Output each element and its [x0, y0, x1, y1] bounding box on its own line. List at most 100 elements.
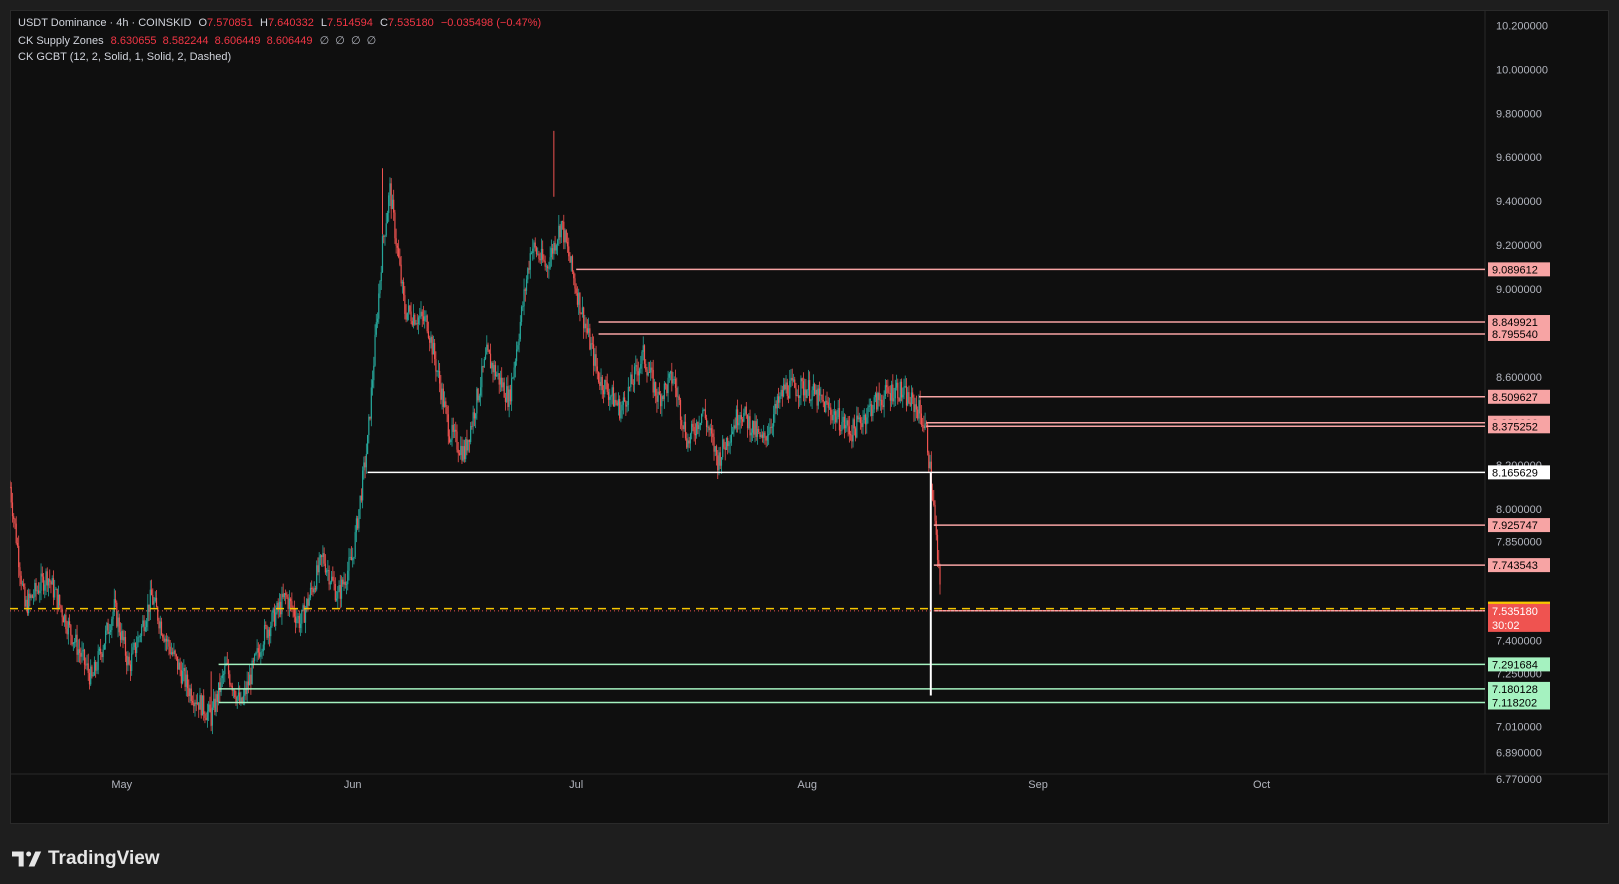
- candle-body: [71, 635, 73, 645]
- candle-body: [421, 311, 423, 317]
- candle-body: [491, 362, 493, 369]
- candle-body: [626, 404, 628, 407]
- candle-body: [80, 652, 82, 657]
- candle-body: [371, 380, 374, 388]
- candle-body: [450, 439, 452, 443]
- candle-body: [900, 381, 903, 398]
- candle-body: [237, 692, 240, 697]
- candle-body: [90, 666, 92, 685]
- candle-body: [697, 422, 699, 430]
- candle-body: [565, 230, 567, 242]
- candle-body: [363, 462, 365, 471]
- candle-body: [55, 588, 57, 590]
- candle-body: [381, 236, 384, 273]
- candle-body: [815, 389, 817, 395]
- candle-body: [882, 405, 884, 408]
- candle-body: [247, 681, 249, 686]
- candle-body: [345, 584, 348, 585]
- candle-body: [838, 408, 841, 431]
- candle-body: [903, 386, 905, 395]
- symbol-title[interactable]: USDT Dominance · 4h · COINSKID: [18, 17, 191, 29]
- candle-body: [514, 361, 516, 368]
- candle-body: [760, 434, 762, 437]
- candle-body: [481, 366, 483, 388]
- candle-body: [339, 585, 341, 599]
- candle-body: [47, 579, 50, 586]
- candle-body: [190, 688, 192, 702]
- candle-body: [232, 690, 235, 692]
- candle-body: [508, 389, 510, 407]
- resistance-level-tag-label: 8.375252: [1492, 421, 1538, 433]
- tradingview-brand[interactable]: TradingView: [12, 848, 160, 870]
- candle-body: [389, 183, 391, 196]
- candle-body: [671, 371, 673, 384]
- legend-indicator-1[interactable]: CK Supply Zones 8.630655 8.582244 8.6064…: [18, 34, 380, 47]
- candle-body: [424, 316, 426, 321]
- candle-body: [203, 695, 205, 714]
- candle-body: [913, 397, 915, 412]
- candle-body: [650, 367, 652, 373]
- candle-body: [816, 389, 818, 406]
- candle-body: [511, 378, 513, 402]
- candle-body: [734, 425, 736, 429]
- candle-body: [439, 370, 441, 384]
- candle-body: [899, 381, 901, 401]
- candle-body: [922, 425, 924, 426]
- candle-body: [538, 253, 540, 259]
- candle-body: [889, 393, 891, 401]
- candle-body: [410, 311, 412, 322]
- candle-body: [155, 597, 158, 608]
- candle-body: [334, 583, 336, 601]
- candle-body: [624, 397, 626, 402]
- candle-body: [821, 394, 823, 400]
- candle-body: [780, 389, 782, 397]
- candle-body: [427, 331, 430, 338]
- candle-body: [380, 272, 382, 282]
- candle-body: [45, 571, 47, 585]
- candle-body: [150, 589, 153, 596]
- candle-body: [569, 256, 571, 263]
- candle-body: [605, 379, 607, 383]
- candle-body: [103, 643, 105, 650]
- candle-body: [701, 413, 703, 424]
- candle-body: [553, 242, 555, 254]
- price-chart[interactable]: 10.200000 10.000000 9.800000 9.600000 9.4000…: [10, 10, 1609, 824]
- candle-body: [653, 382, 656, 393]
- candle-body: [525, 279, 528, 291]
- candle-body: [890, 384, 893, 401]
- candle-body: [267, 629, 269, 638]
- candle-body: [604, 379, 606, 395]
- candle-body: [699, 423, 701, 426]
- candle-body: [114, 599, 117, 603]
- candle-body: [877, 392, 879, 410]
- candle-body: [802, 381, 805, 396]
- legend-indicator-2[interactable]: CK GCBT (12, 2, Solid, 1, Solid, 2, Dash…: [18, 51, 235, 63]
- candle-body: [252, 660, 254, 662]
- indicator-2-name[interactable]: CK GCBT (12, 2, Solid, 1, Solid, 2, Dash…: [18, 51, 231, 63]
- candle-body: [255, 653, 257, 655]
- close-label: C: [379, 17, 388, 29]
- candle-body: [812, 383, 814, 391]
- candle-body: [886, 385, 888, 388]
- candle-body: [568, 246, 570, 257]
- candle-body: [689, 433, 692, 444]
- candle-body: [881, 399, 883, 406]
- candle-body: [606, 382, 608, 392]
- indicator-1-name[interactable]: CK Supply Zones: [18, 35, 104, 47]
- candle-body: [343, 581, 345, 585]
- candle-body: [599, 382, 601, 386]
- candle-body: [718, 452, 720, 471]
- candle-body: [709, 428, 711, 431]
- candle-body: [622, 397, 624, 405]
- candle-body: [809, 380, 811, 402]
- candle-body: [126, 655, 128, 666]
- candle-body: [627, 386, 629, 405]
- candle-body: [592, 344, 595, 366]
- candle-body: [503, 382, 505, 398]
- candle-body: [478, 395, 480, 401]
- candle-body: [167, 639, 169, 642]
- white-level-tag-label: 8.165629: [1492, 467, 1538, 479]
- candle-body: [311, 587, 313, 590]
- candle-body: [395, 238, 397, 246]
- candle-body: [348, 557, 350, 571]
